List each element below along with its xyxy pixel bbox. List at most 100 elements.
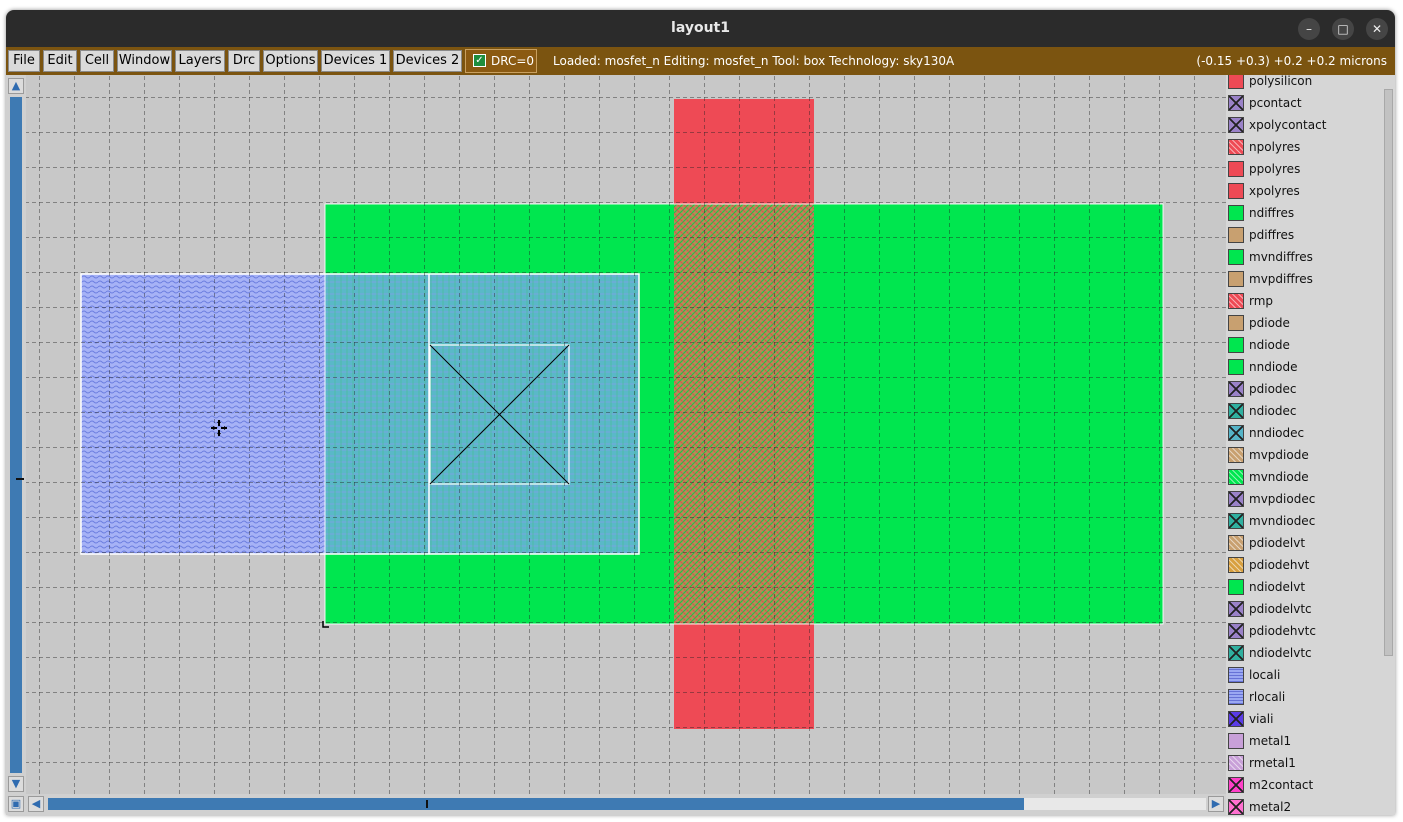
layer-item-pdiodelvt[interactable]: pdiodelvt [1226,532,1381,554]
layer-swatch-icon [1228,183,1244,199]
layer-swatch-icon [1228,95,1244,111]
maximize-button[interactable]: □ [1332,18,1354,40]
layer-swatch-icon [1228,799,1244,815]
layer-item-locali[interactable]: locali [1226,664,1381,686]
layer-swatch-icon [1228,139,1244,155]
layer-item-pdiode[interactable]: pdiode [1226,312,1381,334]
menu-drc[interactable]: Drc [228,50,260,72]
scroll-right-icon[interactable]: ▶ [1208,796,1224,812]
menu-layers[interactable]: Layers [175,50,225,72]
layer-label: xpolycontact [1249,118,1327,132]
layer-swatch-icon [1228,689,1244,705]
layer-item-nndiode[interactable]: nndiode [1226,356,1381,378]
vertical-scroll-track[interactable] [10,97,24,773]
horizontal-scroll-track[interactable] [48,798,1206,810]
layer-swatch-icon [1228,579,1244,595]
layer-item-polysilicon[interactable]: polysilicon [1226,75,1381,92]
minimize-button[interactable]: – [1298,18,1320,40]
layer-item-pdiffres[interactable]: pdiffres [1226,224,1381,246]
drc-label: DRC=0 [491,54,535,68]
layer-item-pdiodehvtc[interactable]: pdiodehvtc [1226,620,1381,642]
layer-label: locali [1249,668,1281,682]
layer-item-nndiodec[interactable]: nndiodec [1226,422,1381,444]
layer-swatch-icon [1228,645,1244,661]
menu-options[interactable]: Options [263,50,318,72]
layer-item-ndiode[interactable]: ndiode [1226,334,1381,356]
layer-item-pdiodelvtc[interactable]: pdiodelvtc [1226,598,1381,620]
vertical-scroll-marker [16,478,24,480]
layer-item-ndiodelvtc[interactable]: ndiodelvtc [1226,642,1381,664]
layer-item-xpolycontact[interactable]: xpolycontact [1226,114,1381,136]
layer-item-mvpdiffres[interactable]: mvpdiffres [1226,268,1381,290]
layer-swatch-icon [1228,755,1244,771]
layer-label: mvndiffres [1249,250,1313,264]
horizontal-scroll-thumb[interactable] [48,798,1024,810]
close-button[interactable]: ✕ [1366,18,1388,40]
menu-cell[interactable]: Cell [80,50,114,72]
layer-item-pdiodehvt[interactable]: pdiodehvt [1226,554,1381,576]
layer-label: xpolyres [1249,184,1300,198]
layer-item-ndiodelvt[interactable]: ndiodelvt [1226,576,1381,598]
layer-item-ppolyres[interactable]: ppolyres [1226,158,1381,180]
layer-item-metal1[interactable]: metal1 [1226,730,1381,752]
layer-item-rmp[interactable]: rmp [1226,290,1381,312]
layer-swatch-icon [1228,161,1244,177]
layer-item-mvpdiode[interactable]: mvpdiode [1226,444,1381,466]
layer-swatch-icon [1228,403,1244,419]
layer-item-viali[interactable]: viali [1226,708,1381,730]
layer-scroll-thumb[interactable] [1384,89,1393,656]
layer-swatch-icon [1228,359,1244,375]
vertical-scrollbar[interactable]: ▲ ▼ ▣ [6,75,26,815]
drc-indicator[interactable]: ✓ DRC=0 [465,49,537,73]
scroll-up-icon[interactable]: ▲ [8,78,24,94]
layer-swatch-icon [1228,337,1244,353]
layer-item-xpolyres[interactable]: xpolyres [1226,180,1381,202]
layout-window: layout1 – □ ✕ File Edit Cell Window Laye… [6,10,1395,815]
menu-window[interactable]: Window [117,50,172,72]
layer-label: ndiffres [1249,206,1295,220]
layer-swatch-icon [1228,75,1244,89]
menu-devices-1[interactable]: Devices 1 [321,50,390,72]
layout-drawing[interactable] [26,75,1226,794]
horizontal-scroll-marker [426,800,428,808]
layer-scrollbar[interactable] [1381,75,1395,815]
layer-item-rmetal1[interactable]: rmetal1 [1226,752,1381,774]
layer-item-mvndiodec[interactable]: mvndiodec [1226,510,1381,532]
layer-item-mvndiffres[interactable]: mvndiffres [1226,246,1381,268]
menu-edit[interactable]: Edit [43,50,77,72]
layer-label: pdiodehvtc [1249,624,1316,638]
layer-item-mvpdiodec[interactable]: mvpdiodec [1226,488,1381,510]
layer-label: ndiodec [1249,404,1297,418]
horizontal-scrollbar[interactable]: ◀ ▶ [26,794,1226,815]
layer-item-ndiffres[interactable]: ndiffres [1226,202,1381,224]
coordinate-readout: (-0.15 +0.3) +0.2 +0.2 microns [1196,54,1387,68]
layer-item-npolyres[interactable]: npolyres [1226,136,1381,158]
window-title: layout1 [671,20,730,36]
layer-swatch-icon [1228,535,1244,551]
title-bar[interactable]: layout1 – □ ✕ [6,10,1395,47]
layer-swatch-icon [1228,557,1244,573]
layer-swatch-icon [1228,381,1244,397]
layer-item-rlocali[interactable]: rlocali [1226,686,1381,708]
status-text: Loaded: mosfet_n Editing: mosfet_n Tool:… [553,54,955,68]
menu-devices-2[interactable]: Devices 2 [393,50,462,72]
layer-item-m2contact[interactable]: m2contact [1226,774,1381,796]
scroll-left-icon[interactable]: ◀ [28,796,44,812]
layer-label: metal2 [1249,800,1292,814]
layer-label: pdiodelvt [1249,536,1306,550]
layer-label: mvpdiode [1249,448,1309,462]
drc-checkbox[interactable]: ✓ [473,54,486,67]
layer-item-ndiodec[interactable]: ndiodec [1226,400,1381,422]
layout-canvas[interactable] [26,75,1226,794]
scroll-down-icon[interactable]: ▼ [8,776,24,792]
layer-item-pcontact[interactable]: pcontact [1226,92,1381,114]
layer-item-metal2[interactable]: metal2 [1226,796,1381,815]
zoom-box-icon[interactable]: ▣ [8,796,24,812]
layer-label: ndiode [1249,338,1290,352]
layer-item-mvndiode[interactable]: mvndiode [1226,466,1381,488]
layer-item-pdiodec[interactable]: pdiodec [1226,378,1381,400]
menu-file[interactable]: File [8,50,40,72]
layer-label: mvpdiodec [1249,492,1316,506]
layer-swatch-icon [1228,227,1244,243]
layer-label: ppolyres [1249,162,1301,176]
